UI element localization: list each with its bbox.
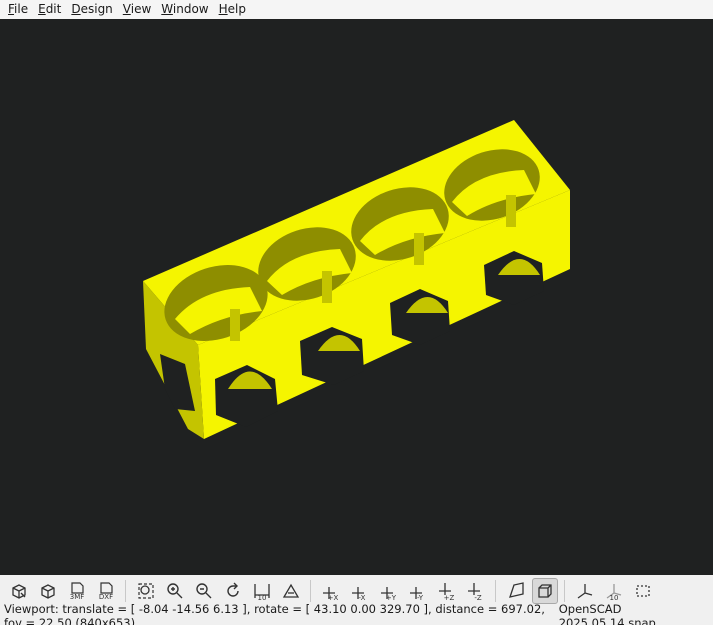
- export-3mf-button-label: 3MF: [69, 593, 84, 601]
- menu-edit[interactable]: Edit: [33, 0, 66, 19]
- rendered-model: [143, 120, 570, 439]
- view-all-button[interactable]: [133, 578, 159, 604]
- perspective-button[interactable]: [503, 578, 529, 604]
- status-bar: Viewport: translate = [ -8.04 -14.56 6.1…: [0, 602, 713, 625]
- view-front-icon: -Y: [409, 586, 424, 601]
- show-axes-button[interactable]: [572, 578, 598, 604]
- view-back-button-label: +Y: [385, 594, 396, 601]
- reset-view-button[interactable]: [220, 578, 246, 604]
- menu-window[interactable]: Window: [156, 0, 213, 19]
- view-left-button-label: -X: [358, 594, 365, 601]
- zoom-in-icon: [166, 582, 182, 598]
- show-scale-button-label: 10: [609, 594, 618, 601]
- menu-help[interactable]: Help: [214, 0, 251, 19]
- measure-distance-button-label: 10: [257, 594, 266, 601]
- measure-angle-icon: [282, 583, 299, 598]
- view-front-button[interactable]: -Y: [405, 578, 431, 604]
- measure-distance-icon: 10: [253, 583, 270, 601]
- view-bottom-button-label: -Z: [474, 594, 482, 601]
- perspective-icon: [508, 581, 524, 598]
- 3d-viewport[interactable]: [0, 19, 713, 575]
- view-back-icon: +Y: [380, 586, 396, 601]
- viewport-info: Viewport: translate = [ -8.04 -14.56 6.1…: [4, 601, 545, 625]
- view-right-icon: +X: [322, 586, 338, 601]
- toolbar-separator: [310, 579, 311, 602]
- show-scale-icon: 10: [606, 583, 621, 601]
- view-bottom-icon: -Z: [467, 582, 482, 601]
- view-right-button-label: +X: [327, 594, 338, 601]
- zoom-in-button[interactable]: [162, 578, 188, 604]
- menu-design[interactable]: Design: [66, 0, 117, 19]
- show-edges-button[interactable]: [630, 578, 656, 604]
- menu-file[interactable]: File: [3, 0, 33, 19]
- orthogonal-icon: [537, 583, 552, 598]
- toolbar-separator: [125, 579, 126, 602]
- version-label: OpenSCAD 2025.05.14.snap: [558, 601, 656, 625]
- show-axes-icon: [577, 583, 592, 599]
- orthogonal-button[interactable]: [531, 577, 558, 604]
- toolbar-separator: [495, 579, 496, 602]
- zoom-out-icon: [195, 582, 211, 598]
- view-all-icon: [137, 582, 154, 599]
- preview-icon: [11, 583, 26, 599]
- zoom-out-button[interactable]: [191, 578, 217, 604]
- view-top-button[interactable]: +Z: [434, 578, 460, 604]
- view-bottom-button[interactable]: -Z: [463, 578, 489, 604]
- view-left-icon: -X: [351, 586, 365, 601]
- export-dxf-icon: DXF: [98, 581, 113, 601]
- view-front-button-label: -Y: [417, 594, 424, 601]
- view-right-button[interactable]: +X: [318, 578, 344, 604]
- show-scale-button[interactable]: 10: [601, 578, 627, 604]
- view-left-button[interactable]: -X: [347, 578, 373, 604]
- view-top-button-label: +Z: [443, 594, 454, 601]
- view-top-icon: +Z: [438, 582, 454, 601]
- measure-angle-button[interactable]: [278, 578, 304, 604]
- preview-button[interactable]: [6, 578, 32, 604]
- show-edges-icon: [635, 584, 650, 597]
- export-dxf-button[interactable]: DXF: [93, 578, 119, 604]
- render-button[interactable]: [35, 578, 61, 604]
- render-icon: [40, 583, 55, 599]
- export-3mf-icon: 3MF: [69, 581, 84, 601]
- toolbar-separator: [564, 579, 565, 602]
- measure-distance-button[interactable]: 10: [249, 578, 275, 604]
- reset-view-icon: [226, 582, 239, 597]
- menu-view[interactable]: View: [118, 0, 156, 19]
- view-back-button[interactable]: +Y: [376, 578, 402, 604]
- export-3mf-button[interactable]: 3MF: [64, 578, 90, 604]
- export-dxf-button-label: DXF: [98, 593, 112, 601]
- menu-bar: File Edit Design View Window Help: [0, 0, 713, 19]
